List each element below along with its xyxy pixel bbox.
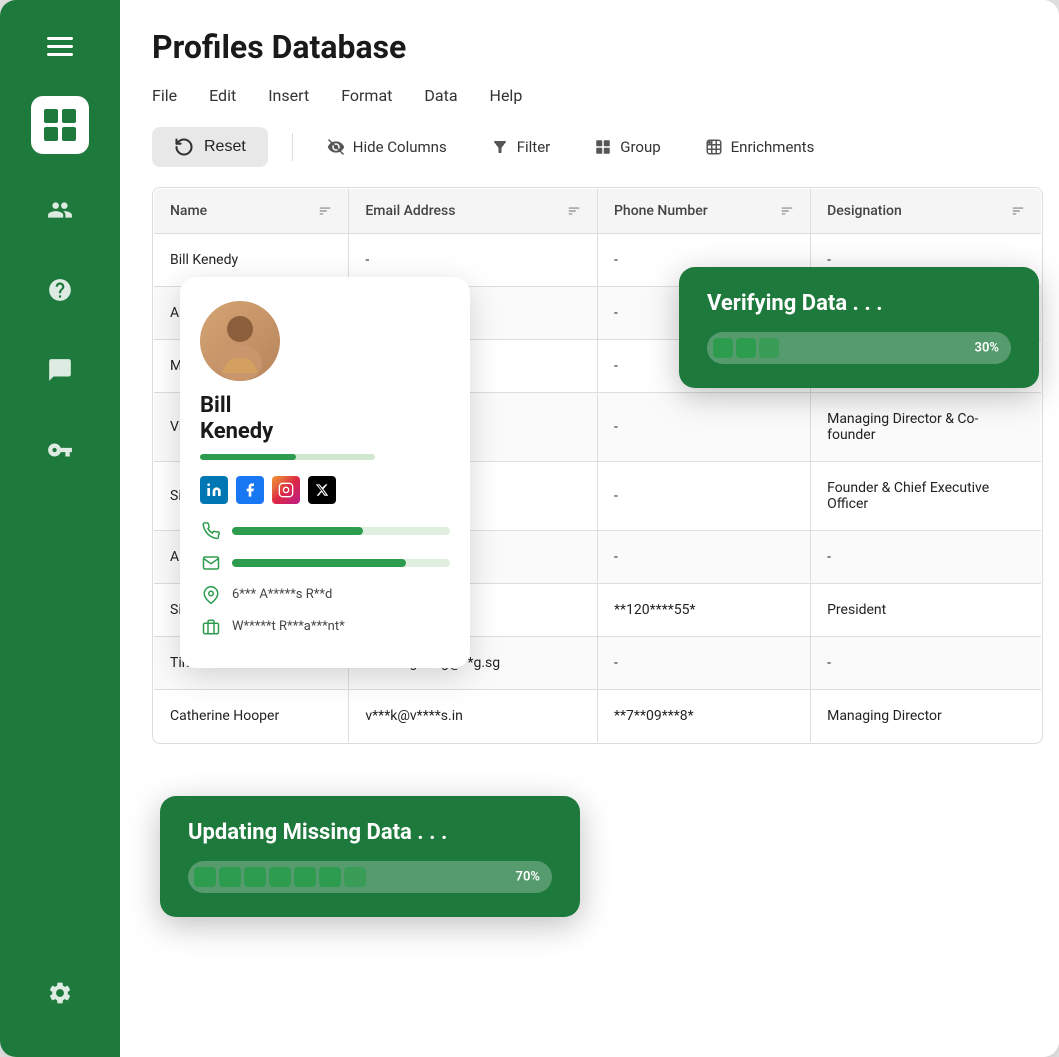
sidebar-item-people[interactable] [36,186,84,234]
facebook-icon[interactable] [236,476,264,504]
twitter-x-icon[interactable] [308,476,336,504]
profile-address-row: 6*** A*****s R**d [200,584,450,606]
cell-designation: - [811,637,1042,690]
updating-title: Updating Missing Data . . . [188,820,552,845]
filter-button[interactable]: Filter [481,132,561,162]
sidebar-logo[interactable] [31,96,89,154]
sidebar-item-key[interactable] [36,426,84,474]
reset-label: Reset [204,138,246,156]
sidebar [0,0,120,1057]
hide-columns-button[interactable]: Hide Columns [317,132,457,162]
instagram-icon[interactable] [272,476,300,504]
profile-email-row [200,552,450,574]
verifying-data-popup[interactable]: Verifying Data . . . 30% [679,267,1039,388]
menu-bar: File Edit Insert Format Data Help [152,84,1027,107]
cell-name: Catherine Hooper [154,690,349,743]
profile-bar [200,454,375,460]
col-header-email[interactable]: Email Address [349,189,598,234]
phone-icon [200,520,222,542]
hide-columns-label: Hide Columns [353,138,447,156]
main-header: Profiles Database File Edit Insert Forma… [120,0,1059,187]
group-button[interactable]: Group [584,132,670,162]
cell-designation: Managing Director & Co-founder [811,393,1042,462]
linkedin-icon[interactable] [200,476,228,504]
updating-progress-label: 70% [516,870,540,885]
col-header-designation[interactable]: Designation [811,189,1042,234]
company-icon [200,616,222,638]
sidebar-item-help[interactable] [36,266,84,314]
cell-designation: Founder & Chief Executive Officer [811,462,1042,531]
cell-email: v***k@v****s.in [349,690,598,743]
table-row: Catherine Hooper v***k@v****s.in **7**09… [154,690,1042,743]
email-bar [232,559,450,567]
phone-bar [232,527,450,535]
page-title: Profiles Database [152,28,1027,66]
sidebar-item-chat[interactable] [36,346,84,394]
group-label: Group [620,138,660,156]
enrichments-button[interactable]: Enrichments [695,132,825,162]
updating-progress-bar: 70% [188,861,552,893]
menu-icon[interactable] [38,24,82,68]
reset-button[interactable]: Reset [152,127,268,167]
verifying-progress-bar: 30% [707,332,1011,364]
profile-avatar [200,301,280,381]
table-area: Name Email Address [120,187,1059,1057]
cell-phone: - [597,393,810,462]
profile-phone-row [200,520,450,542]
profile-card[interactable]: BillKenedy [180,277,470,668]
profile-company: W*****t R***a***nt* [232,619,345,634]
verifying-progress-label: 30% [975,341,999,356]
cell-phone: - [597,531,810,584]
sidebar-item-settings[interactable] [36,969,84,1017]
profile-name: BillKenedy [200,393,450,446]
cell-phone: - [597,637,810,690]
cell-phone: **7**09***8* [597,690,810,743]
table-header-row: Name Email Address [154,189,1042,234]
cell-designation: Managing Director [811,690,1042,743]
menu-insert[interactable]: Insert [268,84,309,107]
email-icon [200,552,222,574]
enrichments-label: Enrichments [731,138,815,156]
main-content: Profiles Database File Edit Insert Forma… [120,0,1059,1057]
profile-address: 6*** A*****s R**d [232,587,332,602]
menu-file[interactable]: File [152,84,177,107]
menu-help[interactable]: Help [490,84,523,107]
filter-label: Filter [517,138,551,156]
col-header-name[interactable]: Name [154,189,349,234]
cell-designation: - [811,531,1042,584]
menu-data[interactable]: Data [424,84,457,107]
verifying-title: Verifying Data . . . [707,291,1011,316]
toolbar: Reset Hide Columns Filter [152,127,1027,187]
location-icon [200,584,222,606]
toolbar-separator [292,133,293,161]
cell-phone: **120****55* [597,584,810,637]
cell-designation: President [811,584,1042,637]
updating-data-popup[interactable]: Updating Missing Data . . . 70% [160,796,580,917]
sidebar-nav [36,186,84,969]
profile-socials [200,476,450,504]
menu-edit[interactable]: Edit [209,84,236,107]
profile-company-row: W*****t R***a***nt* [200,616,450,638]
col-header-phone[interactable]: Phone Number [597,189,810,234]
menu-format[interactable]: Format [341,84,392,107]
sidebar-bottom [36,969,84,1033]
cell-phone: - [597,462,810,531]
